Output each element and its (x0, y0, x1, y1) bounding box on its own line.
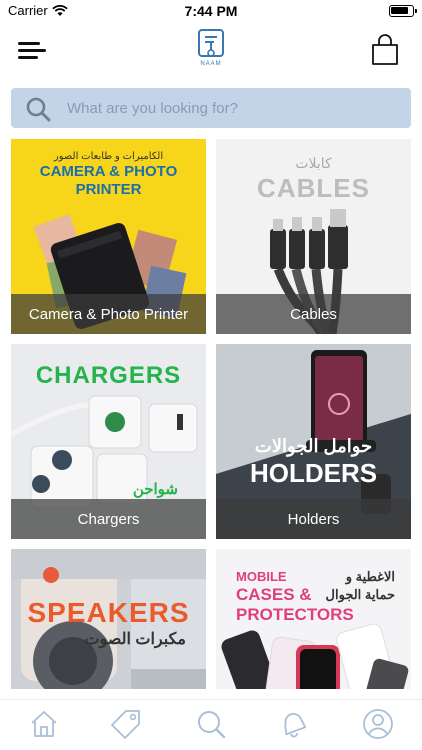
category-label: Cables (216, 294, 411, 334)
search-icon (26, 97, 51, 122)
banner-english-line2: CASES & (236, 585, 312, 604)
banner-english-line2: PRINTER (75, 181, 142, 198)
banner-arabic: الاغطية و (345, 569, 395, 584)
search-icon[interactable] (195, 708, 227, 740)
logo-text: NAAM (200, 61, 222, 67)
category-tile-chargers[interactable]: CHARGERS شواحن Chargers (11, 344, 206, 539)
search-bar[interactable] (11, 88, 411, 128)
category-tile-camera-photo-printer[interactable]: الكاميرات و طابعات الصور CAMERA & PHOTO … (11, 139, 206, 334)
category-tile-mobile-cases[interactable]: MOBILE CASES & PROTECTORS الاغطية و حماي… (216, 549, 411, 689)
banner-arabic-line2: حماية الجوال (325, 587, 395, 602)
hamburger-menu-icon[interactable] (18, 40, 48, 62)
battery-icon (389, 5, 417, 17)
category-label: Chargers (11, 499, 206, 539)
category-tile-speakers[interactable]: SPEAKERS مكبرات الصوت (11, 549, 206, 689)
category-label: Camera & Photo Printer (11, 294, 206, 334)
battery-level (391, 7, 408, 14)
category-grid: الكاميرات و طابعات الصور CAMERA & PHOTO … (11, 139, 411, 689)
search-input[interactable] (67, 88, 397, 128)
banner-arabic: حوامل الجوالات (254, 436, 373, 456)
category-tile-holders[interactable]: حوامل الجوالات HOLDERS Holders (216, 344, 411, 539)
banner-english: CAMERA & PHOTO (39, 163, 178, 180)
shopping-bag-icon[interactable] (370, 34, 400, 66)
banner-english: MOBILE (236, 569, 287, 584)
banner-english: CHARGERS (35, 362, 182, 389)
banner-english-line3: PROTECTORS (236, 605, 354, 624)
notification-bell-icon[interactable] (278, 708, 310, 740)
banner-english: SPEAKERS (27, 597, 190, 628)
profile-icon[interactable] (362, 708, 394, 740)
banner-english: CABLES (257, 173, 370, 203)
status-bar: Carrier 7:44 PM (0, 0, 422, 22)
banner-arabic: كابلات (295, 155, 332, 171)
category-tile-cables[interactable]: كابلات CABLES Cables (216, 139, 411, 334)
banner-english: HOLDERS (249, 458, 378, 488)
app-logo: NAAM (196, 28, 226, 72)
tag-icon[interactable] (110, 708, 142, 740)
banner-arabic: الكاميرات و طابعات الصور (53, 151, 164, 162)
tab-bar (0, 699, 422, 750)
category-label: Holders (216, 499, 411, 539)
banner-arabic: مكبرات الصوت (84, 631, 186, 648)
status-time: 7:44 PM (184, 3, 238, 19)
home-icon[interactable] (28, 708, 60, 740)
nav-bar: NAAM (0, 22, 422, 80)
banner-arabic: شواحن (132, 481, 178, 498)
